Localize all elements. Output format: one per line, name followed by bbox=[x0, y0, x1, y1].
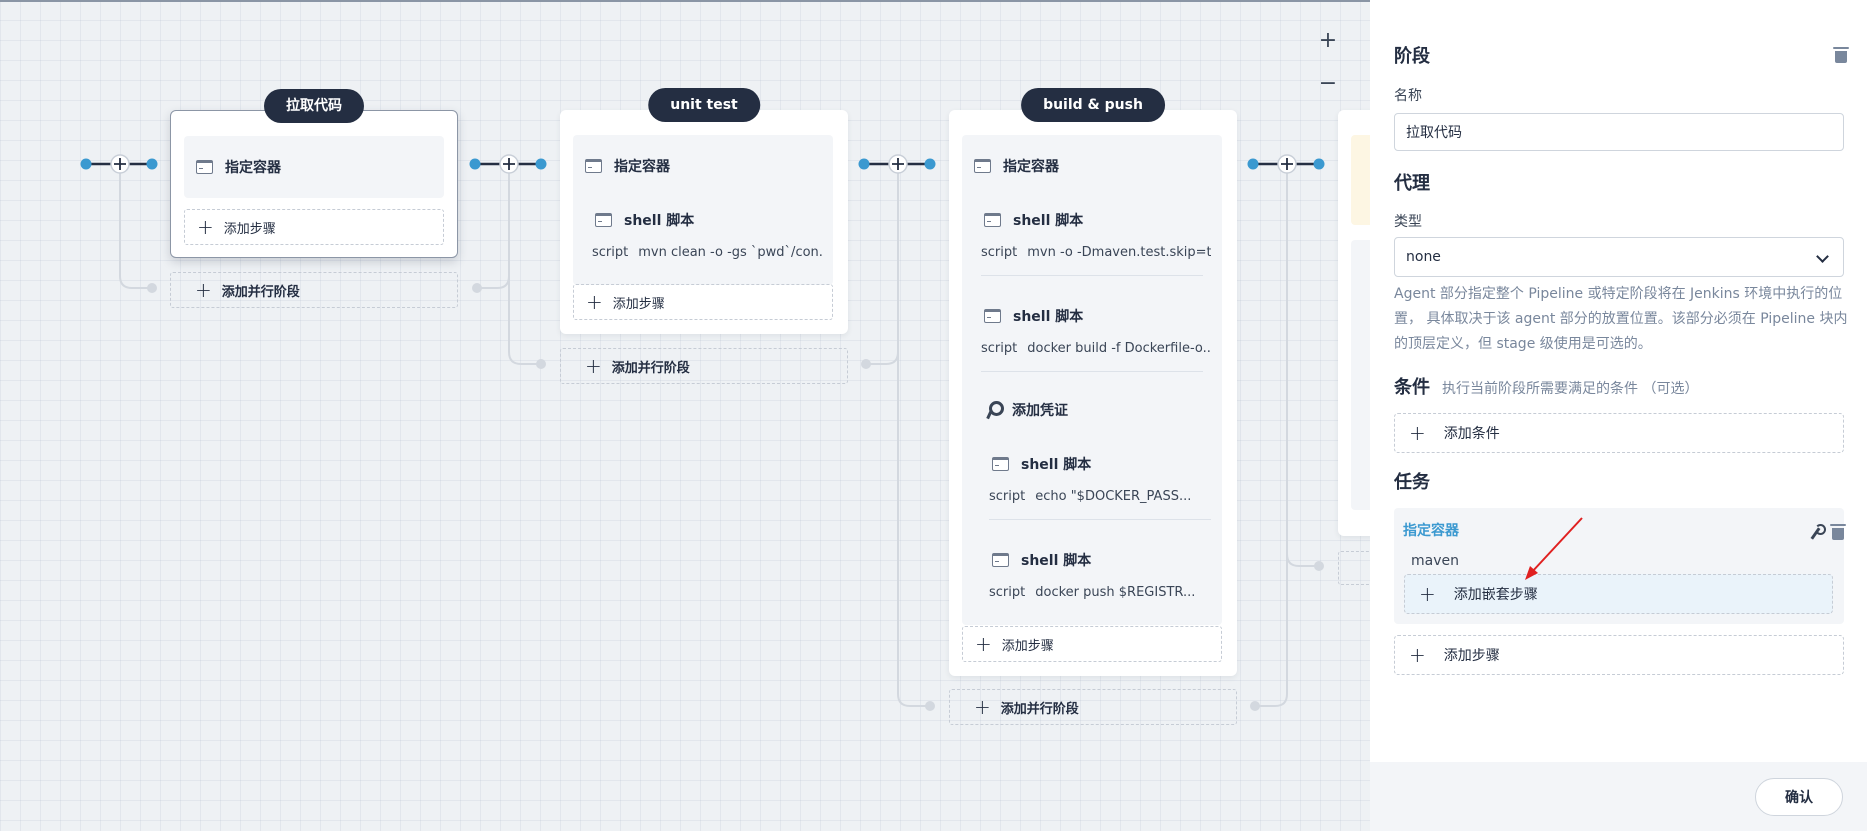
annotation-arrow-icon bbox=[1525, 517, 1583, 580]
annotation-arrow bbox=[0, 0, 1370, 831]
pipeline-canvas[interactable]: + − 拉取代码 指定容器 + 添加步骤 + 添加并行阶段 unit test … bbox=[0, 0, 1370, 831]
stage-config-panel: 阶段 名称 拉取代码 代理 类型 none Agent 部分指定整个 Pipel… bbox=[1370, 0, 1867, 831]
